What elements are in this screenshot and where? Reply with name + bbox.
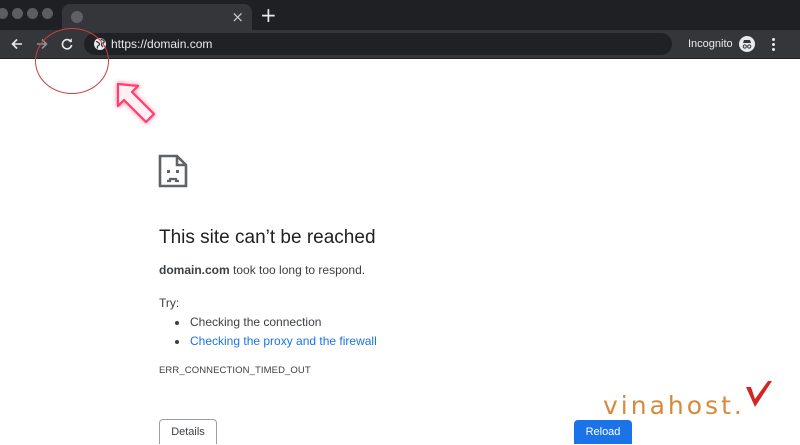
- window-extra-dot: [42, 8, 53, 19]
- reload-button[interactable]: Reload: [574, 420, 632, 444]
- address-bar[interactable]: https://domain.com: [84, 33, 672, 55]
- back-arrow-icon[interactable]: [8, 35, 26, 53]
- highlight-circle: [35, 28, 109, 94]
- page-title: This site can’t be reached: [159, 227, 376, 248]
- broken-page-icon: [158, 154, 188, 188]
- browser-tab[interactable]: ×: [62, 4, 252, 30]
- watermark-logo: vinahost.: [603, 391, 745, 420]
- error-code: ERR_CONNECTION_TIMED_OUT: [159, 365, 311, 376]
- list-item: Checking the proxy and the firewall: [175, 332, 377, 351]
- try-label: Try:: [159, 296, 180, 310]
- error-message-rest: took too long to respond.: [229, 263, 366, 277]
- kebab-menu-icon[interactable]: [770, 38, 778, 52]
- details-button-label: Details: [171, 426, 205, 438]
- suggestion-text: Checking the connection: [190, 315, 322, 329]
- window-minimize-dot[interactable]: [12, 8, 23, 19]
- tab-strip: × +: [0, 0, 800, 30]
- window-close-dot[interactable]: [0, 8, 8, 19]
- details-button[interactable]: Details: [159, 419, 217, 444]
- list-item: Checking the connection: [175, 313, 377, 332]
- new-tab-button[interactable]: +: [260, 5, 277, 25]
- url-text[interactable]: https://domain.com: [111, 36, 212, 52]
- error-message: domain.com took too long to respond.: [159, 263, 365, 278]
- tab-close-icon[interactable]: ×: [231, 8, 244, 26]
- suggestion-link[interactable]: Checking the proxy and the firewall: [190, 334, 377, 348]
- error-domain: domain.com: [159, 263, 230, 277]
- pointer-arrow-icon: [116, 82, 156, 124]
- watermark-check-icon: [746, 381, 772, 407]
- incognito-icon[interactable]: [739, 36, 755, 52]
- browser-toolbar: https://domain.com Incognito: [0, 30, 800, 59]
- incognito-label: Incognito: [688, 38, 733, 50]
- suggestion-list: Checking the connection Checking the pro…: [175, 313, 377, 351]
- tab-favicon-icon: [71, 11, 83, 23]
- window-maximize-dot[interactable]: [27, 8, 38, 19]
